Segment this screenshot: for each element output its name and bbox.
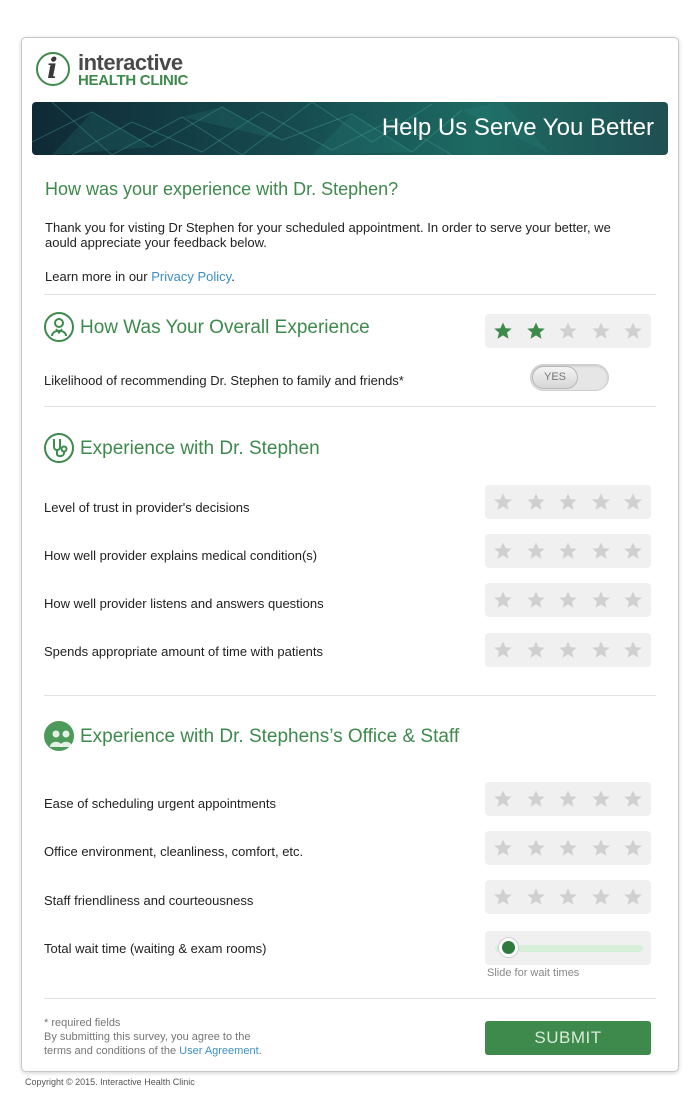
header-banner: Help Us Serve You Better [32, 102, 668, 155]
row-label-time: Spends appropriate amount of time with p… [44, 644, 323, 659]
stethoscope-icon [44, 433, 74, 463]
row-label-listens: How well provider listens and answers qu… [44, 596, 324, 611]
rating-trust[interactable] [485, 485, 651, 519]
agree-line-2: terms and conditions of the User Agreeme… [44, 1045, 262, 1057]
star-icon[interactable] [526, 321, 546, 341]
star-icon[interactable] [493, 838, 513, 858]
staff-group-icon [44, 721, 74, 751]
intro-text: Thank you for visting Dr Stephen for you… [45, 220, 611, 250]
section-title-overall: How Was Your Overall Experience [80, 317, 370, 338]
star-icon[interactable] [493, 789, 513, 809]
privacy-policy-link[interactable]: Privacy Policy [151, 269, 231, 284]
agree-line: By submitting this survey, you agree to … [44, 1031, 251, 1043]
rating-friendliness[interactable] [485, 880, 651, 914]
user-agreement-link[interactable]: User Agreement [179, 1045, 258, 1057]
required-note: * required fields [44, 1017, 121, 1029]
banner-title: Help Us Serve You Better [381, 114, 654, 141]
star-icon[interactable] [591, 590, 611, 610]
survey-card: i interactive HEALTH CLINIC Help Us Serv… [21, 37, 679, 1072]
row-label-environment: Office environment, cleanliness, comfort… [44, 844, 304, 859]
wait-time-slider[interactable] [485, 931, 651, 965]
row-label-scheduling: Ease of scheduling urgent appointments [44, 796, 276, 811]
rating-overall[interactable] [485, 314, 651, 348]
star-icon[interactable] [526, 789, 546, 809]
logo-mark-icon: i [36, 52, 70, 86]
star-icon[interactable] [526, 838, 546, 858]
clinic-logo: i interactive HEALTH CLINIC [36, 50, 196, 90]
star-icon[interactable] [623, 789, 643, 809]
star-icon[interactable] [558, 492, 578, 512]
rating-scheduling[interactable] [485, 782, 651, 816]
star-icon[interactable] [591, 887, 611, 907]
divider [44, 294, 656, 295]
star-icon[interactable] [558, 590, 578, 610]
rating-environment[interactable] [485, 831, 651, 865]
star-icon[interactable] [493, 590, 513, 610]
star-icon[interactable] [493, 321, 513, 341]
star-icon[interactable] [558, 838, 578, 858]
recommend-toggle[interactable]: YES [530, 364, 609, 391]
divider [44, 695, 656, 696]
submit-button[interactable]: SUBMIT [485, 1021, 651, 1055]
star-icon[interactable] [526, 590, 546, 610]
rating-listens[interactable] [485, 583, 651, 617]
star-icon[interactable] [493, 541, 513, 561]
star-icon[interactable] [623, 590, 643, 610]
star-icon[interactable] [558, 887, 578, 907]
footnote: * required fields By submitting this sur… [44, 1016, 262, 1058]
star-icon[interactable] [623, 321, 643, 341]
section-title-office: Experience with Dr. Stephens’s Office & … [80, 726, 460, 747]
star-icon[interactable] [623, 492, 643, 512]
star-icon[interactable] [526, 492, 546, 512]
slider-caption: Slide for wait times [487, 967, 580, 979]
row-label-trust: Level of trust in provider's decisions [44, 500, 250, 515]
rating-explains[interactable] [485, 534, 651, 568]
star-icon[interactable] [591, 838, 611, 858]
star-icon[interactable] [526, 640, 546, 660]
section-title-doctor: Experience with Dr. Stephen [80, 438, 320, 459]
star-icon[interactable] [493, 887, 513, 907]
star-icon[interactable] [526, 887, 546, 907]
star-icon[interactable] [558, 789, 578, 809]
divider [44, 998, 656, 999]
star-icon[interactable] [493, 640, 513, 660]
privacy-line: Learn more in our Privacy Policy. [45, 269, 235, 284]
star-icon[interactable] [526, 541, 546, 561]
star-icon[interactable] [591, 541, 611, 561]
star-icon[interactable] [591, 321, 611, 341]
recommend-label: Likelihood of recommending Dr. Stephen t… [44, 373, 404, 388]
star-icon[interactable] [623, 640, 643, 660]
row-label-explains: How well provider explains medical condi… [44, 548, 318, 563]
toggle-knob[interactable]: YES [532, 366, 578, 389]
star-icon[interactable] [623, 838, 643, 858]
page-title: How was your experience with Dr. Stephen… [45, 179, 399, 199]
star-icon[interactable] [591, 492, 611, 512]
star-icon[interactable] [558, 321, 578, 341]
rating-time[interactable] [485, 633, 651, 667]
row-label-friendliness: Staff friendliness and courteousness [44, 893, 254, 908]
star-icon[interactable] [558, 640, 578, 660]
doctor-icon [44, 312, 74, 342]
star-icon[interactable] [591, 789, 611, 809]
divider [44, 406, 656, 407]
copyright: Copyright © 2015. Interactive Health Cli… [25, 1077, 195, 1087]
star-icon[interactable] [493, 492, 513, 512]
slider-thumb[interactable] [499, 938, 518, 957]
row-label-wait-time: Total wait time (waiting & exam rooms) [44, 941, 267, 956]
logo-text-clinic: HEALTH CLINIC [78, 72, 188, 89]
star-icon[interactable] [623, 887, 643, 907]
star-icon[interactable] [623, 541, 643, 561]
star-icon[interactable] [558, 541, 578, 561]
star-icon[interactable] [591, 640, 611, 660]
